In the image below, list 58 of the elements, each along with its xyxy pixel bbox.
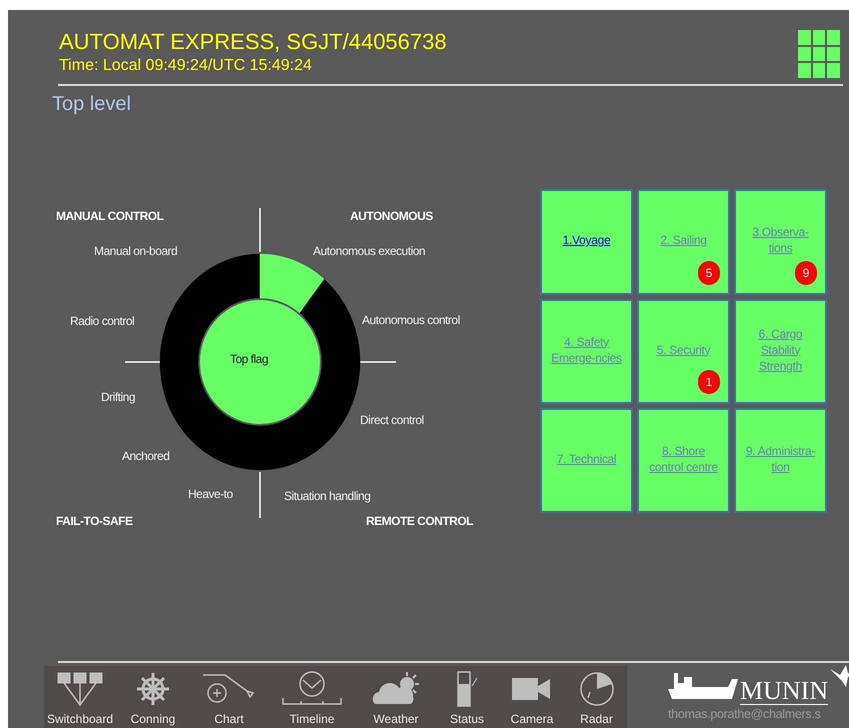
tile-link[interactable]: 3.Observa- tions	[752, 224, 809, 256]
mode-label[interactable]: Drifting	[101, 388, 136, 406]
quadrant-label: AUTONOMOUS	[350, 208, 433, 225]
mode-label[interactable]: Heave-to	[188, 485, 233, 503]
mode-label[interactable]: Anchored	[122, 447, 170, 465]
email-text: thomas.porathe@chalmers.s	[668, 706, 820, 722]
mode-label[interactable]: Radio control	[70, 312, 134, 330]
mode-label[interactable]: Direct control	[360, 411, 424, 429]
alert-badge: 5	[698, 261, 720, 285]
toolbar-button[interactable]: Switchboard	[44, 666, 116, 728]
time-readout: Time: Local 09:49:24/UTC 15:49:24	[59, 56, 313, 76]
breadcrumb: Top level	[52, 92, 132, 117]
grid-menu-icon[interactable]	[798, 30, 840, 78]
tile-link[interactable]: 7. Technical	[556, 450, 616, 466]
menu-tile[interactable]: 1.Voyage	[540, 189, 633, 295]
quadrant-label: MANUAL CONTROL	[56, 208, 164, 225]
alert-badge: 1	[698, 370, 720, 394]
axis-line	[259, 208, 261, 252]
menu-tile[interactable]: 3.Observa- tions 9	[734, 189, 827, 295]
axis-line	[125, 361, 160, 363]
menu-tile[interactable]: 9. Administra- tion	[734, 408, 827, 513]
toolbar-button[interactable]: Timeline	[268, 666, 356, 728]
menu-tile[interactable]: 5. Security 1	[637, 299, 730, 404]
axis-line	[360, 361, 396, 363]
logo-text: MUNIN	[740, 678, 828, 705]
tile-link[interactable]: 8. Shore control centre	[649, 442, 718, 474]
status-icon	[455, 670, 479, 708]
toolbar-button[interactable]: Status	[436, 666, 498, 728]
mode-label[interactable]: Manual on-board	[94, 242, 178, 260]
switchboard-icon	[56, 671, 104, 707]
tile-link[interactable]: 6. Cargo Stability Strength	[758, 326, 802, 374]
tile-link[interactable]: 9. Administra- tion	[746, 442, 816, 474]
mode-label[interactable]: Autonomous control	[362, 311, 460, 329]
tile-link[interactable]: 5. Security	[656, 342, 710, 358]
tile-link[interactable]: 2. Sailing	[660, 232, 707, 248]
menu-tile[interactable]: 7. Technical	[540, 408, 633, 513]
quadrant-label: REMOTE CONTROL	[366, 513, 473, 530]
toolbar-button[interactable]: Conning	[116, 666, 190, 728]
toolbar-button[interactable]: Weather	[356, 666, 436, 728]
toolbar-button[interactable]: Radar	[566, 666, 627, 728]
menu-tile[interactable]: 8. Shore control centre	[637, 408, 730, 513]
menu-tile[interactable]: 2. Sailing 5	[637, 189, 730, 295]
toolbar-button[interactable]: Camera	[498, 666, 566, 728]
axis-line	[259, 472, 261, 518]
vessel-title: AUTOMAT EXPRESS, SGJT/44056738	[59, 28, 447, 56]
tile-link[interactable]: 1.Voyage	[562, 232, 610, 248]
alert-badge: 9	[795, 261, 817, 285]
center-flag-label: Top flag	[230, 351, 268, 368]
conning-icon	[135, 671, 171, 707]
mode-label[interactable]: Situation handling	[284, 487, 370, 505]
tile-link[interactable]: 4. Safety Emerge-ncies	[551, 334, 622, 366]
menu-tile[interactable]: 4. Safety Emerge-ncies	[540, 299, 633, 404]
radar-icon	[578, 670, 616, 708]
menu-tile[interactable]: 6. Cargo Stability Strength	[734, 299, 827, 404]
mode-label[interactable]: Autonomous execution	[313, 242, 426, 260]
quadrant-label: FAIL-TO-SAFE	[56, 513, 132, 530]
toolbar-button[interactable]: Chart	[190, 666, 268, 728]
timeline-icon	[281, 670, 343, 708]
